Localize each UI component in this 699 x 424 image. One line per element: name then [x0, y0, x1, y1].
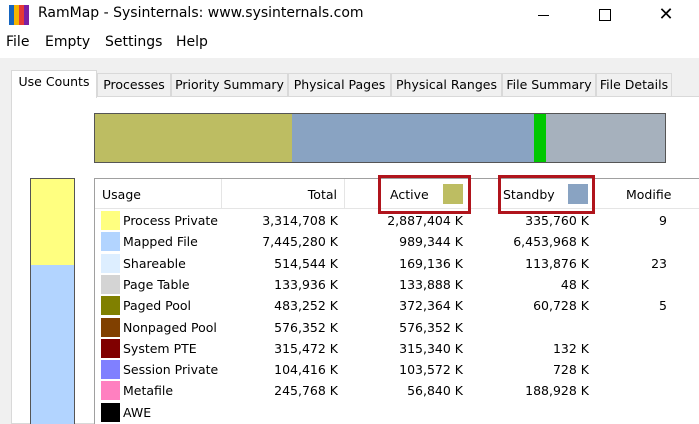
table-row[interactable]: Metafile 245,768 K 56,840 K 188,928 K: [95, 380, 699, 401]
table-row[interactable]: Session Private 104,416 K 103,572 K 728 K: [95, 359, 699, 380]
active-value: 576,352 K: [399, 319, 463, 335]
usage-list[interactable]: Usage Total Active Standby Modifie Proce…: [94, 178, 699, 424]
usage-color-swatch: [101, 360, 120, 380]
standby-value: 132 K: [552, 340, 589, 356]
total-value: 514,544 K: [274, 255, 338, 271]
active-value: 372,364 K: [399, 298, 463, 314]
usage-label: Process Private: [123, 213, 218, 228]
usage-label: Page Table: [123, 276, 190, 292]
window-title: RamMap - Sysinternals: www.sysinternals.…: [38, 5, 364, 21]
total-value: 3,314,708 K: [262, 213, 338, 228]
rammap-app-icon: [9, 5, 29, 25]
total-value: 315,472 K: [274, 340, 338, 356]
usage-label: Shareable: [123, 255, 186, 271]
table-row[interactable]: System PTE 315,472 K 315,340 K 132 K: [95, 338, 699, 359]
close-button[interactable]: ✕: [643, 0, 689, 30]
standby-value: 60,728 K: [533, 298, 589, 314]
table-row[interactable]: Shareable 514,544 K 169,136 K 113,876 K 23: [95, 253, 699, 274]
usage-color-swatch: [101, 338, 120, 358]
standby-value: 335,760 K: [525, 213, 589, 228]
total-value: 576,352 K: [274, 319, 338, 335]
summary-segment-modified: [533, 114, 547, 162]
usage-color-swatch: [101, 211, 120, 230]
standby-value: 48 K: [560, 276, 589, 292]
usage-label: Nonpaged Pool: [123, 319, 217, 335]
usage-label: Session Private: [123, 362, 219, 378]
tab-processes[interactable]: Processes: [97, 73, 171, 97]
maximize-button[interactable]: [582, 0, 628, 30]
tab-file-summary[interactable]: File Summary: [502, 73, 596, 97]
table-row[interactable]: Paged Pool 483,252 K 372,364 K 60,728 K 5: [95, 295, 699, 316]
summary-segment-other: [546, 114, 665, 162]
table-row[interactable]: Nonpaged Pool 576,352 K 576,352 K: [95, 317, 699, 338]
active-value: 169,136 K: [399, 255, 463, 271]
total-value: 483,252 K: [274, 298, 338, 314]
tab-physical-ranges[interactable]: Physical Ranges: [391, 73, 502, 97]
active-value: 56,840 K: [407, 383, 463, 399]
tab-use-counts[interactable]: Use Counts: [11, 70, 97, 98]
active-value: 2,887,404 K: [387, 213, 463, 228]
total-value: 245,768 K: [274, 383, 338, 399]
menu-bar: File Empty Settings Help: [0, 30, 699, 56]
close-icon: ✕: [658, 4, 674, 25]
usage-color-swatch: [101, 402, 120, 422]
menu-settings[interactable]: Settings: [105, 34, 162, 50]
standby-value: 6,453,968 K: [513, 234, 589, 250]
total-value: 7,445,280 K: [262, 234, 338, 250]
standby-value: 188,928 K: [525, 383, 589, 399]
column-modified: Modifie: [626, 187, 672, 202]
memory-summary-bar: [94, 113, 666, 163]
active-value: 103,572 K: [399, 362, 463, 378]
tab-file-details[interactable]: File Details: [596, 73, 672, 97]
usage-vertical-bar: [30, 178, 75, 424]
total-value: 133,936 K: [274, 276, 338, 292]
table-row[interactable]: Mapped File 7,445,280 K 989,344 K 6,453,968…: [95, 231, 699, 252]
usage-label: Mapped File: [123, 234, 198, 250]
active-value: 133,888 K: [399, 276, 463, 292]
menu-help[interactable]: Help: [176, 34, 208, 50]
minimize-icon: [537, 14, 549, 16]
vertical-segment-process-private: [31, 179, 74, 265]
tab-physical-pages[interactable]: Physical Pages: [288, 73, 391, 97]
menu-empty[interactable]: Empty: [45, 34, 90, 50]
active-value: 989,344 K: [399, 234, 463, 250]
vertical-segment-mapped-file: [31, 264, 74, 424]
usage-color-swatch: [101, 296, 120, 316]
usage-color-swatch: [101, 274, 120, 294]
active-value: 315,340 K: [399, 340, 463, 356]
column-modified-header[interactable]: Modifie: [595, 179, 699, 209]
minimize-button[interactable]: [520, 0, 566, 30]
usage-color-swatch: [101, 232, 120, 252]
modified-value: 23: [651, 255, 667, 271]
tab-priority-summary[interactable]: Priority Summary: [171, 73, 288, 97]
table-row[interactable]: AWE: [95, 402, 699, 423]
usage-color-swatch: [101, 317, 120, 337]
modified-value: 5: [659, 298, 667, 314]
standby-value: 728 K: [552, 362, 589, 378]
summary-segment-standby: [291, 114, 534, 162]
column-total[interactable]: Total: [222, 179, 345, 209]
table-row[interactable]: Page Table 133,936 K 133,888 K 48 K: [95, 274, 699, 295]
maximize-icon: [599, 9, 611, 21]
usage-label: AWE: [123, 404, 152, 420]
usage-label: Metafile: [123, 383, 174, 399]
standby-value: 113,876 K: [525, 255, 589, 271]
menu-file[interactable]: File: [6, 34, 29, 50]
standby-highlight-box: [498, 175, 595, 214]
total-value: 104,416 K: [274, 362, 338, 378]
usage-color-swatch: [101, 381, 120, 401]
usage-label: System PTE: [123, 340, 197, 356]
title-bar: RamMap - Sysinternals: www.sysinternals.…: [0, 0, 699, 30]
usage-color-swatch: [101, 253, 120, 273]
usage-label: Paged Pool: [123, 298, 192, 314]
column-usage[interactable]: Usage: [95, 179, 222, 209]
summary-segment-active: [95, 114, 292, 162]
modified-value: 9: [659, 213, 667, 228]
active-highlight-box: [378, 175, 471, 214]
